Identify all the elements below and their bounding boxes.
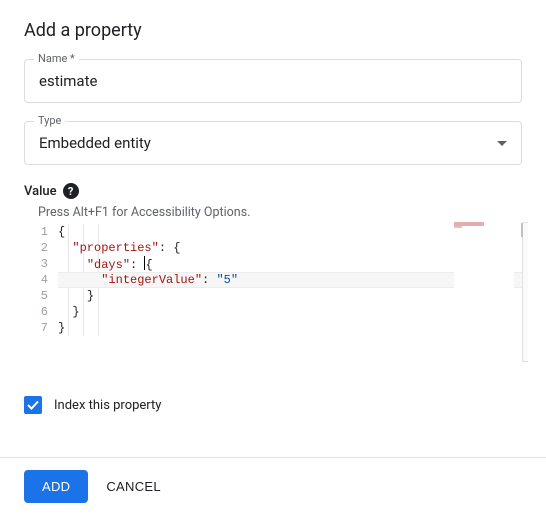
- line-gutter: 1 2 3 4 5 6 7: [24, 224, 58, 336]
- json-editor[interactable]: 1 2 3 4 5 6 7 { "properties": { "days": …: [24, 222, 522, 380]
- value-label-row: Value ?: [24, 183, 522, 199]
- minimap[interactable]: [454, 222, 514, 362]
- name-field: Name *: [24, 59, 522, 103]
- help-icon[interactable]: ?: [63, 183, 79, 199]
- type-field: Type Embedded entity: [24, 121, 522, 165]
- type-label: Type: [34, 114, 65, 127]
- form: Name * Type Embedded entity Value ? Pres…: [0, 59, 546, 414]
- index-row: Index this property: [24, 396, 522, 414]
- minimap-scrollbar[interactable]: [522, 222, 528, 362]
- code-lines[interactable]: { "properties": { "days": { "integerValu…: [58, 224, 522, 336]
- index-checkbox[interactable]: [24, 396, 42, 414]
- value-label: Value: [24, 184, 57, 199]
- chevron-down-icon: [497, 141, 507, 146]
- check-icon: [26, 398, 40, 412]
- name-label: Name *: [34, 52, 79, 65]
- cancel-button[interactable]: CANCEL: [106, 479, 161, 494]
- type-select[interactable]: Embedded entity: [24, 121, 522, 165]
- add-button[interactable]: ADD: [24, 470, 88, 503]
- type-selected-value: Embedded entity: [39, 134, 151, 152]
- name-input[interactable]: [24, 59, 522, 103]
- index-label: Index this property: [54, 398, 161, 413]
- dialog-title: Add a property: [0, 0, 546, 59]
- accessibility-hint: Press Alt+F1 for Accessibility Options.: [38, 205, 522, 220]
- dialog-footer: ADD CANCEL: [0, 457, 546, 515]
